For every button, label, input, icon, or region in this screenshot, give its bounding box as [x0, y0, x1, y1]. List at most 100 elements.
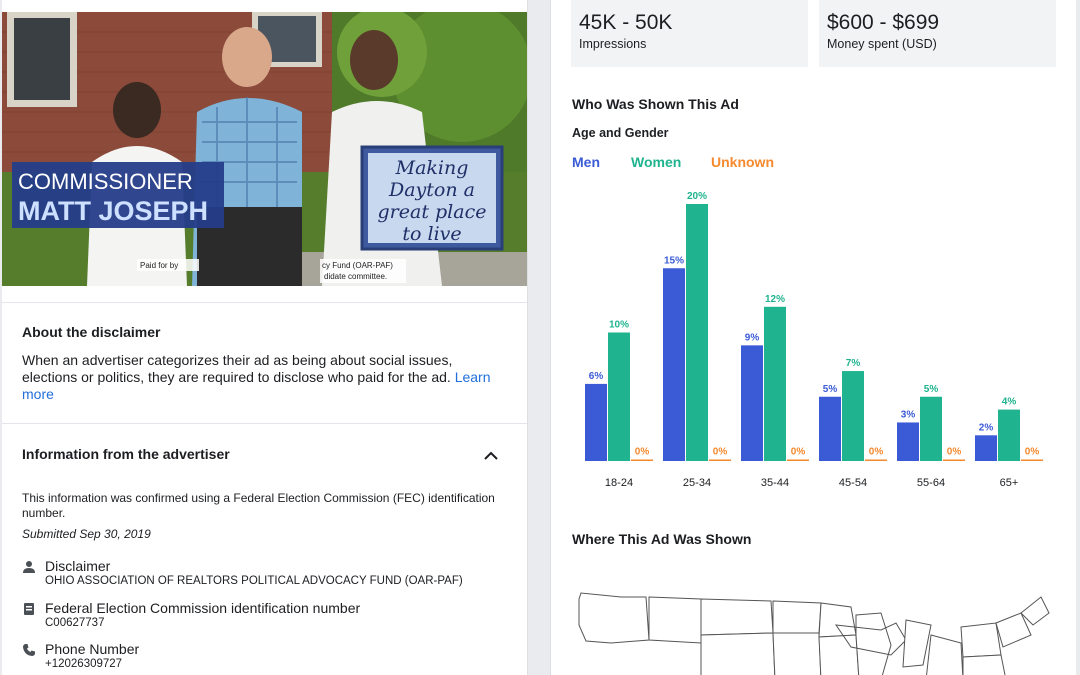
- impressions-box: 45K - 50K Impressions: [571, 0, 808, 67]
- bar-unknown-45-54[interactable]: [865, 459, 887, 462]
- map-region: [772, 632, 822, 675]
- x-tick-label-18-24: 18-24: [605, 477, 633, 489]
- legend-unknown[interactable]: Unknown: [711, 154, 774, 170]
- bar-men-25-34[interactable]: [663, 268, 685, 461]
- bar-unknown-25-34[interactable]: [709, 459, 731, 462]
- impressions-caption: Impressions: [579, 37, 647, 51]
- legend-men[interactable]: Men: [572, 154, 600, 170]
- bar-label-women-65+: 4%: [1002, 397, 1017, 408]
- phone-value: +12026309727: [45, 658, 123, 670]
- x-tick-label-35-44: 35-44: [761, 477, 789, 489]
- where-shown-title: Where This Ad Was Shown: [572, 531, 752, 547]
- map-region: [700, 632, 776, 675]
- map-region: [1020, 596, 1050, 626]
- us-map[interactable]: [551, 585, 1076, 675]
- divider: [2, 423, 527, 424]
- person-icon: [23, 561, 35, 573]
- bar-unknown-55-64[interactable]: [943, 459, 965, 462]
- submitted-date: Submitted Sep 30, 2019: [22, 527, 151, 541]
- map-region: [960, 622, 1002, 658]
- legend-women[interactable]: Women: [631, 154, 681, 170]
- x-tick-label-65+: 65+: [1000, 477, 1019, 489]
- fec-id-label: Federal Election Commission identificati…: [45, 600, 361, 616]
- bar-women-18-24[interactable]: [608, 332, 630, 462]
- bar-label-unknown-55-64: 0%: [947, 447, 962, 458]
- map-region: [818, 602, 857, 638]
- paid-for-text-right-2: didate committee.: [324, 272, 387, 281]
- ad-performance-panel: 45K - 50K Impressions $600 - $699 Money …: [550, 0, 1076, 675]
- bar-women-35-44[interactable]: [764, 306, 786, 461]
- bar-men-55-64[interactable]: [897, 422, 919, 461]
- x-tick-label-25-34: 25-34: [683, 477, 711, 489]
- bar-men-18-24[interactable]: [585, 383, 607, 461]
- paid-for-text-left: Paid for by: [140, 261, 178, 270]
- x-tick-label-45-54: 45-54: [839, 477, 867, 489]
- bar-label-women-45-54: 7%: [846, 358, 861, 369]
- advertiser-info-title: Information from the advertiser: [22, 446, 230, 462]
- bar-label-women-18-24: 10%: [609, 320, 629, 331]
- map-region: [818, 634, 860, 675]
- who-shown-title: Who Was Shown This Ad: [572, 96, 739, 112]
- impressions-value: 45K - 50K: [579, 11, 673, 34]
- sign-text-4: to live: [402, 223, 461, 245]
- x-tick-label-55-64: 55-64: [917, 477, 945, 489]
- bar-label-men-55-64: 3%: [901, 409, 916, 420]
- phone-label: Phone Number: [45, 641, 140, 657]
- fec-id-value: C00627737: [45, 617, 105, 629]
- bar-label-unknown-18-24: 0%: [635, 447, 650, 458]
- disclaimer-label: Disclaimer: [45, 558, 111, 574]
- spend-caption: Money spent (USD): [827, 37, 937, 51]
- bar-unknown-18-24[interactable]: [631, 459, 653, 462]
- map-region: [926, 634, 964, 675]
- map-region: [578, 592, 650, 644]
- ad-name-line2: MATT JOSEPH: [18, 196, 208, 226]
- ad-detail-panel: COMMISSIONER MATT JOSEPH Making Dayton a…: [2, 0, 528, 675]
- map-region: [700, 598, 774, 636]
- bar-label-unknown-45-54: 0%: [869, 447, 884, 458]
- bar-unknown-35-44[interactable]: [787, 459, 809, 462]
- bar-label-men-35-44: 9%: [745, 332, 760, 343]
- spend-box: $600 - $699 Money spent (USD): [819, 0, 1056, 67]
- chevron-up-icon[interactable]: [482, 447, 500, 465]
- map-region: [855, 612, 892, 675]
- fec-confirmation-text: This information was confirmed using a F…: [22, 491, 495, 520]
- map-region: [902, 619, 932, 668]
- bar-label-unknown-65+: 0%: [1025, 447, 1040, 458]
- bar-label-men-25-34: 15%: [664, 255, 684, 266]
- sign-text-2: Dayton a: [388, 179, 475, 201]
- bar-label-women-35-44: 12%: [765, 294, 785, 305]
- bar-label-men-65+: 2%: [979, 422, 994, 433]
- ad-name-line1: COMMISSIONER: [18, 169, 193, 194]
- bar-men-45-54[interactable]: [819, 396, 841, 461]
- bar-women-25-34[interactable]: [686, 204, 708, 461]
- disclaimer-text: When an advertiser categorizes their ad …: [22, 352, 507, 403]
- bar-label-men-45-54: 5%: [823, 384, 838, 395]
- sign-text-3: great place: [378, 201, 487, 223]
- bar-women-55-64[interactable]: [920, 396, 942, 461]
- map-region: [772, 600, 822, 634]
- divider: [2, 302, 527, 303]
- bar-label-men-18-24: 6%: [589, 371, 604, 382]
- bar-label-women-25-34: 20%: [687, 191, 707, 202]
- ad-creative-image[interactable]: COMMISSIONER MATT JOSEPH Making Dayton a…: [2, 12, 527, 286]
- bar-label-women-55-64: 5%: [924, 384, 939, 395]
- bar-label-unknown-25-34: 0%: [713, 447, 728, 458]
- age-gender-chart: 6% 10% 0% 18-24 15% 20% 0% 25-34 9% 12% 0% 35-44 5% 7…: [585, 191, 1043, 489]
- id-card-icon: [24, 603, 34, 615]
- bar-label-unknown-35-44: 0%: [791, 447, 806, 458]
- bar-men-35-44[interactable]: [741, 345, 763, 461]
- age-gender-title: Age and Gender: [572, 126, 669, 140]
- sign-text-1: Making: [395, 157, 469, 179]
- bar-women-45-54[interactable]: [842, 371, 864, 461]
- paid-for-text-right: cy Fund (OAR-PAF): [322, 261, 393, 270]
- map-region: [648, 596, 702, 644]
- bar-unknown-65+[interactable]: [1021, 459, 1043, 462]
- disclaimer-body: When an advertiser categorizes their ad …: [22, 352, 453, 385]
- phone-icon: [23, 644, 35, 656]
- disclaimer-value: OHIO ASSOCIATION OF REALTORS POLITICAL A…: [45, 575, 463, 587]
- disclaimer-title: About the disclaimer: [22, 324, 161, 340]
- map-region: [962, 654, 1006, 675]
- bar-men-65+[interactable]: [975, 435, 997, 461]
- spend-value: $600 - $699: [827, 11, 940, 34]
- bar-women-65+[interactable]: [998, 409, 1020, 461]
